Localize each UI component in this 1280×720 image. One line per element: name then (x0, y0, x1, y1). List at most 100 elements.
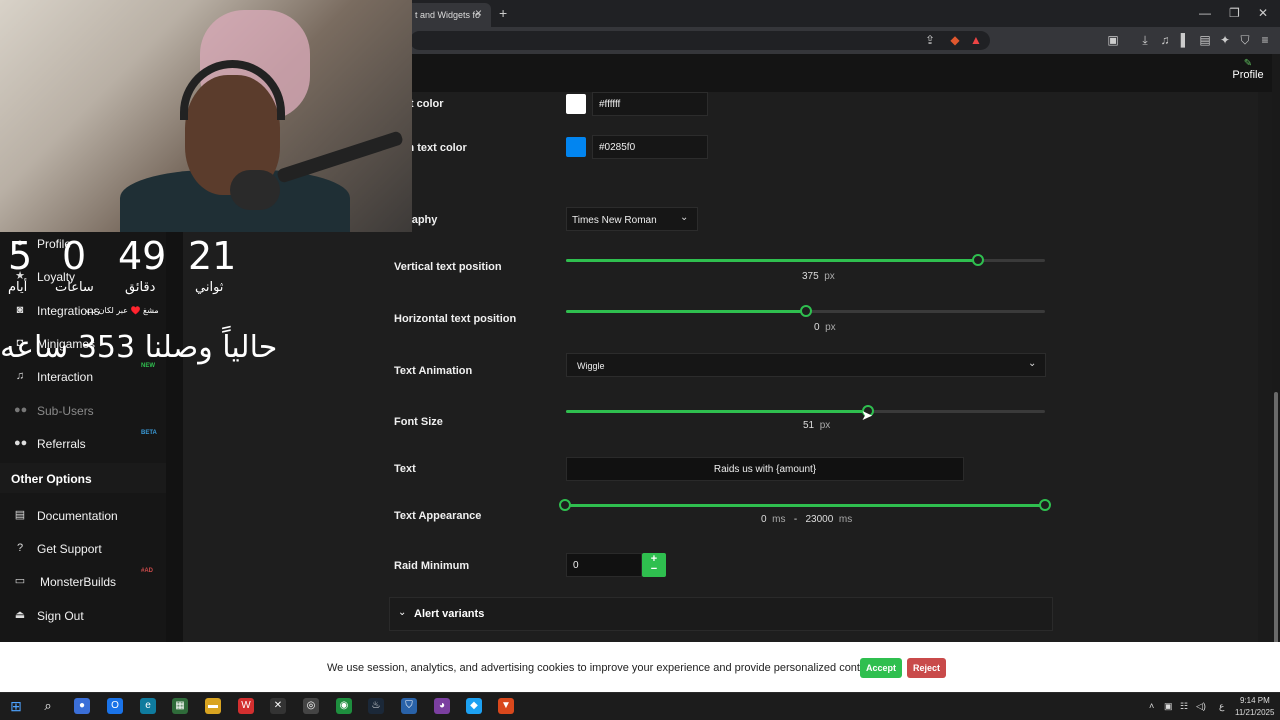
text-appearance-max-handle[interactable] (1039, 499, 1051, 511)
xbox-icon[interactable]: ✕ (270, 698, 286, 714)
typography-value: Times New Roman (572, 215, 657, 226)
wallet-icon[interactable]: ▤ (1198, 33, 1212, 47)
sidebar-item-label: MonsterBuilds (40, 575, 117, 589)
vpn-app-icon[interactable]: ⛉ (401, 698, 417, 714)
countdown-days-label: أيام (8, 280, 28, 295)
url-field[interactable] (410, 31, 990, 50)
other-options-title: Other Options (11, 472, 92, 486)
new-tab-button[interactable]: + (499, 5, 507, 21)
volume-icon[interactable]: ◁) (1196, 701, 1206, 712)
ad-badge: #AD (141, 568, 154, 574)
text-label: Text (394, 463, 416, 475)
custom-text-color-swatch[interactable] (566, 137, 586, 157)
outlook-icon[interactable]: O (107, 698, 123, 714)
text-appearance-range[interactable] (566, 504, 1045, 507)
sidebar-toggle-icon[interactable]: ▣ (1106, 33, 1120, 47)
countdown-minutes: 49 (118, 234, 167, 278)
language-indicator[interactable]: ع (1219, 701, 1224, 712)
windows-start-icon[interactable]: ⊞ (8, 698, 24, 714)
vpn-icon[interactable]: ⛉ (1238, 33, 1252, 47)
font-size-label: Font Size (394, 416, 443, 428)
horizontal-position-value: 0 px (814, 322, 836, 333)
obs-icon[interactable]: ◎ (303, 698, 319, 714)
sidebar-item-sub-users[interactable]: ●● Sub-Users (0, 396, 166, 426)
search-icon[interactable]: ⌕ (40, 698, 56, 714)
steam-icon[interactable]: ♨ (368, 698, 384, 714)
text-color-swatch[interactable] (566, 94, 586, 114)
chevron-down-icon: ⌄ (398, 607, 407, 618)
help-icon: ? (16, 542, 24, 554)
clock-time[interactable]: 9:14 PM (1240, 696, 1270, 705)
chevron-down-icon: ⌄ (680, 212, 689, 223)
close-icon[interactable]: ✕ (1258, 6, 1268, 20)
sidebar-item-get-support[interactable]: ? Get Support (0, 534, 166, 564)
discord-app-icon[interactable]: ◕ (434, 698, 450, 714)
app-icon[interactable]: ◆ (466, 698, 482, 714)
book-icon: ▤ (14, 509, 26, 521)
clock-date[interactable]: 11/21/2025 (1235, 708, 1274, 717)
decrement-icon[interactable]: − (642, 564, 666, 575)
copilot-icon[interactable]: ● (74, 698, 90, 714)
discord-icon: ◙ (16, 304, 24, 316)
wps-icon[interactable]: W (238, 698, 254, 714)
music-icon: ♫ (15, 370, 25, 382)
raid-minimum-stepper[interactable]: + − (642, 553, 666, 577)
horizontal-position-handle[interactable] (799, 305, 812, 317)
sidebar-item-documentation[interactable]: ▤ Documentation (0, 501, 166, 531)
brave-shield-icon[interactable]: ◆ (948, 33, 962, 47)
alert-text-input[interactable]: Raids us with {amount} (566, 457, 964, 481)
text-animation-label: Text Animation (394, 365, 473, 377)
countdown-seconds-label: ثواني (195, 280, 224, 295)
header-profile-button[interactable]: ✎ Profile (1230, 58, 1266, 81)
share-icon[interactable]: ⇪ (923, 33, 937, 47)
tray-app-icon[interactable]: ▣ (1164, 701, 1173, 712)
sidebar-item-label: Referrals (37, 437, 86, 451)
text-animation-select[interactable]: Wiggle (566, 353, 1046, 377)
countdown-minutes-label: دقائق (125, 280, 156, 295)
raid-minimum-input[interactable]: 0 (566, 553, 642, 577)
vertical-position-handle[interactable] (971, 254, 984, 266)
alert-variants-label: Alert variants (414, 608, 485, 620)
edge-icon[interactable]: e (140, 698, 156, 714)
windows-taskbar (0, 692, 1280, 720)
vertical-position-value: 375 px (802, 271, 835, 282)
webcam-overlay (0, 0, 412, 232)
text-appearance-min-handle[interactable] (559, 499, 571, 511)
ai-icon[interactable]: ✦ (1218, 33, 1232, 47)
text-appearance-value: 0 ms - 23000 ms (761, 514, 853, 525)
typography-select[interactable]: Times New Roman (566, 207, 698, 231)
media-icon[interactable]: ♫ (1158, 33, 1172, 47)
chrome-icon[interactable]: ◉ (336, 698, 352, 714)
countdown-hours-label: ساعات (55, 280, 94, 295)
referrals-icon: ●● (14, 437, 28, 449)
tray-chevron-icon[interactable]: ˄ (1149, 701, 1154, 711)
tab-close-icon[interactable]: × (475, 6, 482, 20)
cookie-text: We use session, analytics, and advertisi… (327, 662, 876, 674)
text-animation-value: Wiggle (577, 361, 605, 371)
store-icon[interactable]: ▦ (172, 698, 188, 714)
sidebar-item-sign-out[interactable]: ⏏ Sign Out (0, 601, 166, 631)
file-explorer-icon[interactable]: ▬ (205, 698, 221, 714)
network-icon[interactable]: ☷ (1180, 701, 1188, 712)
custom-text-color-input[interactable]: #0285f0 (592, 135, 708, 159)
restore-icon[interactable]: ❐ (1229, 6, 1240, 20)
vertical-position-label: Vertical text position (394, 261, 502, 273)
laptop-icon: ▭ (14, 575, 26, 587)
download-icon[interactable]: ⤓ (1138, 33, 1152, 47)
scrollbar-thumb[interactable] (1274, 392, 1278, 657)
text-color-input[interactable]: #ffffff (592, 92, 708, 116)
countdown-hours: 0 (62, 234, 87, 278)
panel-icon[interactable]: ▌ (1178, 33, 1192, 47)
accept-cookies-button[interactable]: Accept (860, 658, 902, 678)
brave-icon[interactable]: ▼ (498, 698, 514, 714)
menu-icon[interactable]: ≡ (1258, 33, 1272, 47)
brave-rewards-icon[interactable]: ▲ (969, 33, 983, 47)
reject-cookies-button[interactable]: Reject (907, 658, 946, 678)
horizontal-position-fill (566, 310, 806, 313)
minimize-icon[interactable]: — (1199, 6, 1211, 20)
vertical-position-fill (566, 259, 978, 262)
other-options-header: Other Options (0, 463, 166, 493)
alert-variants-accordion[interactable] (389, 597, 1053, 631)
horizontal-position-label: Horizontal text position (394, 313, 517, 325)
font-size-fill (566, 410, 868, 413)
